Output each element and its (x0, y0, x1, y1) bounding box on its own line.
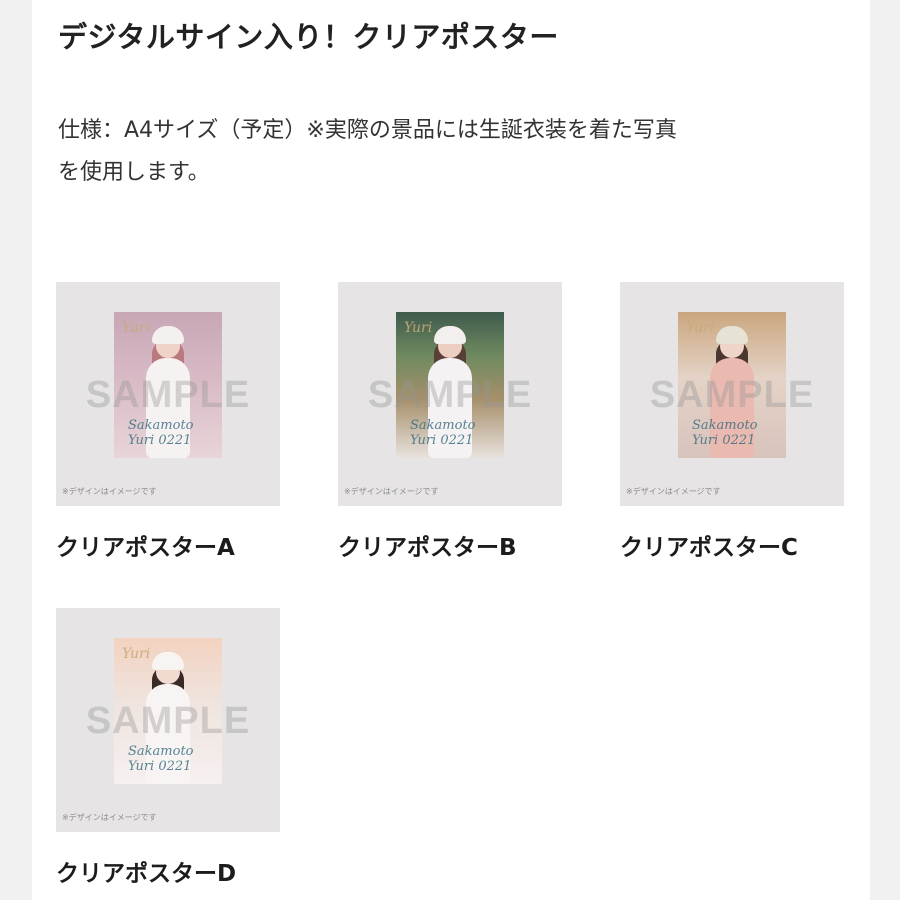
product-image-b[interactable]: Yuri Sakamoto Yuri 0221 SAMPLE ※デザインはイメー… (338, 282, 562, 506)
spec-description: 仕様：A4サイズ（予定）※実際の景品には生誕衣装を着た写真 を使用します。 (58, 110, 848, 194)
poster-script: Sakamoto Yuri 0221 (128, 744, 194, 774)
product-image-a[interactable]: Yuri Sakamoto Yuri 0221 SAMPLE ※デザインはイメー… (56, 282, 280, 506)
poster-script: Sakamoto Yuri 0221 (128, 418, 194, 448)
image-note: ※デザインはイメージです (62, 487, 157, 496)
product-label-d[interactable]: クリアポスターD (56, 854, 280, 888)
poster-script: Sakamoto Yuri 0221 (692, 418, 758, 448)
product-image-c[interactable]: Yuri Sakamoto Yuri 0221 SAMPLE ※デザインはイメー… (620, 282, 844, 506)
sample-watermark: SAMPLE (367, 374, 533, 416)
sample-watermark: SAMPLE (85, 374, 251, 416)
image-note: ※デザインはイメージです (626, 487, 721, 496)
product-item-a[interactable]: Yuri Sakamoto Yuri 0221 SAMPLE ※デザインはイメー… (56, 282, 280, 562)
product-label-a[interactable]: クリアポスターA (56, 528, 280, 562)
product-label-b[interactable]: クリアポスターB (338, 528, 562, 562)
product-item-d[interactable]: Yuri Sakamoto Yuri 0221 SAMPLE ※デザインはイメー… (56, 608, 280, 888)
product-item-c[interactable]: Yuri Sakamoto Yuri 0221 SAMPLE ※デザインはイメー… (620, 282, 844, 562)
spec-line-2: を使用します。 (58, 160, 210, 185)
sample-watermark: SAMPLE (649, 374, 815, 416)
product-image-d[interactable]: Yuri Sakamoto Yuri 0221 SAMPLE ※デザインはイメー… (56, 608, 280, 832)
poster-script: Sakamoto Yuri 0221 (410, 418, 476, 448)
image-note: ※デザインはイメージです (344, 487, 439, 496)
image-note: ※デザインはイメージです (62, 813, 157, 822)
product-item-b[interactable]: Yuri Sakamoto Yuri 0221 SAMPLE ※デザインはイメー… (338, 282, 562, 562)
page-title: デジタルサイン入り！クリアポスター (58, 20, 559, 54)
product-label-c[interactable]: クリアポスターC (620, 528, 844, 562)
sample-watermark: SAMPLE (85, 700, 251, 742)
spec-line-1: 仕様：A4サイズ（予定）※実際の景品には生誕衣装を着た写真 (58, 118, 677, 143)
